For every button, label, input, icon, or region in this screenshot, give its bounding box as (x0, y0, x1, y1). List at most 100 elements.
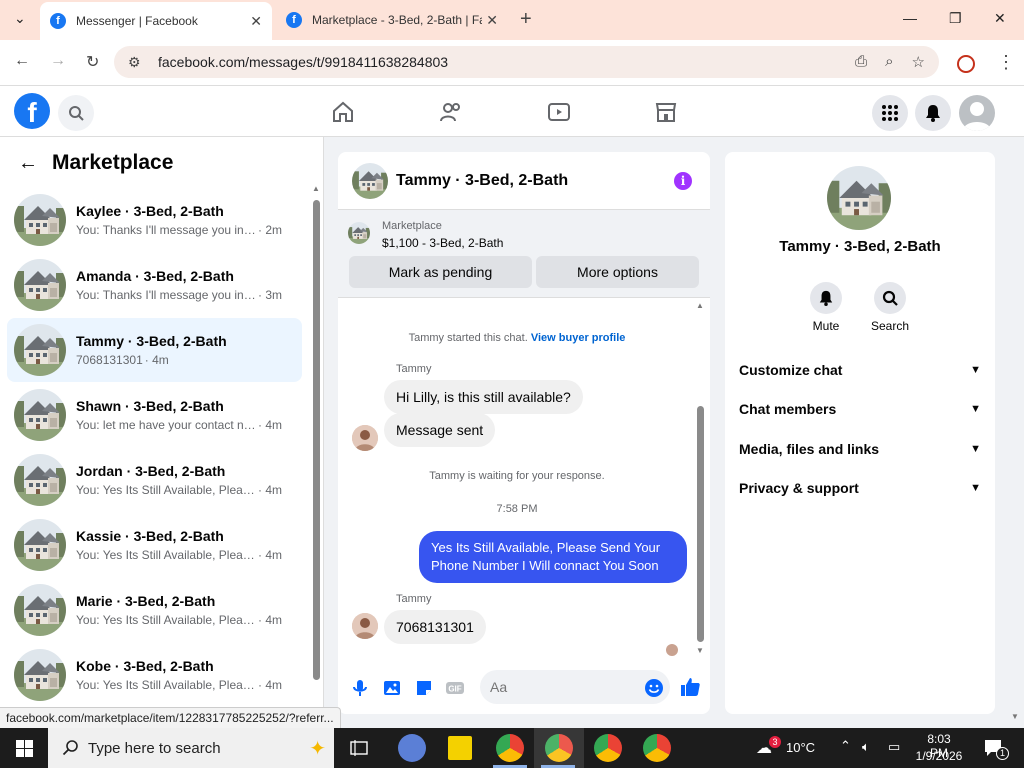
sticky-notes-icon[interactable] (448, 736, 472, 760)
sender-avatar[interactable] (352, 425, 378, 451)
close-tab-icon[interactable]: ✕ (486, 12, 498, 29)
photo-icon[interactable] (382, 678, 402, 698)
home-icon[interactable] (331, 100, 355, 124)
house-thumbnail (14, 259, 66, 311)
clock-date[interactable]: 1/9/2026 (915, 749, 963, 763)
paint-app-icon[interactable] (398, 734, 426, 762)
conversation-item[interactable]: Amanda · 3-Bed, 2-Bath You: Thanks I'll m… (7, 253, 302, 317)
chat-members-section[interactable]: Chat members ▼ (739, 391, 981, 427)
house-thumbnail[interactable] (348, 222, 370, 244)
browser-menu-icon[interactable]: ⋮ (997, 52, 1015, 73)
media-files-links-section[interactable]: Media, files and links ▼ (739, 431, 981, 467)
conversation-item[interactable]: Marie · 3-Bed, 2-Bath You: Yes Its Still … (7, 578, 302, 642)
sticker-icon[interactable] (414, 678, 434, 698)
listing-price[interactable]: $1,100 - 3-Bed, 2-Bath (382, 236, 503, 250)
customize-chat-section[interactable]: Customize chat ▼ (739, 352, 981, 388)
conversation-item[interactable]: Kassie · 3-Bed, 2-Bath You: Yes Its Still… (7, 513, 302, 577)
chrome-icon[interactable] (594, 734, 622, 762)
microphone-icon[interactable] (350, 678, 370, 698)
incoming-message[interactable]: 7068131301 (384, 610, 486, 644)
conversation-item[interactable]: Kobe · 3-Bed, 2-Bath You: Yes Its Still A… (7, 643, 302, 707)
gif-icon[interactable]: GIF (445, 678, 465, 698)
browser-profile-icon[interactable] (957, 55, 975, 73)
emoji-icon[interactable] (644, 678, 664, 698)
marketplace-icon[interactable] (654, 100, 678, 124)
privacy-support-section[interactable]: Privacy & support ▼ (739, 470, 981, 506)
new-tab-icon[interactable]: + (520, 8, 532, 31)
friends-icon[interactable] (439, 100, 463, 124)
chat-title[interactable]: Tammy · 3-Bed, 2-Bath (396, 172, 568, 190)
conversation-item[interactable]: Tammy · 3-Bed, 2-Bath 7068131301 · 4m (7, 318, 302, 382)
zoom-icon[interactable]: ⌕ (885, 53, 893, 71)
back-icon[interactable]: ← (14, 52, 30, 70)
conversation-text: Tammy · 3-Bed, 2-Bath 7068131301 · 4m (76, 333, 288, 367)
restore-icon[interactable]: ❐ (949, 10, 962, 27)
weather-icon[interactable]: ☁ (756, 738, 772, 758)
mark-as-pending-button[interactable]: Mark as pending (349, 256, 532, 288)
taskbar-search-box[interactable]: Type here to search ✦ (48, 728, 334, 768)
page-scroll-down-icon[interactable]: ▼ (1011, 712, 1019, 721)
info-icon[interactable]: i (674, 172, 692, 190)
conversation-preview: You: Thanks I'll message you in a ... (76, 288, 256, 302)
back-arrow-icon[interactable]: ← (18, 152, 38, 175)
bell-icon (819, 290, 833, 306)
marketplace-header: ← Marketplace (18, 151, 173, 175)
chat-started-text: Tammy started this chat. (408, 332, 528, 344)
outgoing-message[interactable]: Yes Its Still Available, Please Send You… (419, 531, 687, 583)
tray-chevron-icon[interactable]: ⌃ (840, 738, 851, 754)
facebook-search-icon[interactable] (58, 95, 94, 131)
conversation-scrollbar[interactable] (313, 200, 320, 680)
conversation-meta: You: Yes Its Still Available, Please S..… (76, 613, 288, 627)
chrome-icon[interactable] (643, 734, 671, 762)
incoming-message[interactable]: Message sent (384, 413, 496, 447)
weather-temp[interactable]: 10°C (786, 740, 815, 755)
bookmark-star-icon[interactable]: ☆ (912, 53, 925, 71)
user-avatar[interactable] (959, 95, 995, 131)
volume-icon[interactable]: 🔈︎ (862, 739, 870, 755)
chat-info-name: Tammy · 3-Bed, 2-Bath (779, 238, 941, 255)
conversation-item[interactable]: Jordan · 3-Bed, 2-Bath You: Yes Its Still… (7, 448, 302, 512)
search-highlight-icon: ✦ (309, 738, 326, 760)
forward-icon[interactable]: → (50, 52, 66, 70)
tab-messenger[interactable]: f Messenger | Facebook ✕ (40, 2, 272, 40)
windows-start-icon[interactable] (16, 740, 33, 757)
sender-name: Tammy (396, 593, 432, 605)
install-app-icon[interactable]: ⎙ (855, 53, 867, 71)
conversation-preview: You: Yes Its Still Available, Please S..… (76, 678, 256, 692)
minimize-icon[interactable]: — (903, 10, 917, 26)
video-icon[interactable] (547, 100, 571, 124)
mute-button[interactable]: Mute (796, 282, 856, 333)
message-input[interactable] (480, 670, 670, 704)
notifications-bell-icon[interactable] (915, 95, 951, 131)
house-thumbnail[interactable] (352, 162, 388, 199)
scroll-up-arrow-icon[interactable]: ▲ (696, 301, 704, 310)
facebook-logo-icon[interactable]: f (14, 93, 50, 129)
tab-marketplace[interactable]: f Marketplace - 3-Bed, 2-Bath | Fa ✕ (276, 0, 508, 40)
incoming-message[interactable]: Hi Lilly, is this still available? (384, 380, 583, 414)
network-icon[interactable]: ▭ (888, 739, 900, 755)
conversation-item[interactable]: Shawn · 3-Bed, 2-Bath You: let me have yo… (7, 383, 302, 447)
url-bar[interactable]: ⚙ facebook.com/messages/t/99184116382848… (114, 46, 939, 78)
tab-title: Marketplace - 3-Bed, 2-Bath | Fa (312, 13, 482, 27)
close-tab-icon[interactable]: ✕ (250, 13, 262, 30)
site-info-icon[interactable]: ⚙ (128, 54, 142, 71)
conversation-time: · 4m (258, 678, 282, 692)
conversation-preview: You: Yes Its Still Available, Please S..… (76, 483, 256, 497)
view-buyer-profile-link[interactable]: View buyer profile (531, 332, 626, 344)
search-in-chat-button[interactable]: Search (860, 282, 920, 333)
chrome-icon[interactable] (496, 734, 524, 762)
conversation-item[interactable]: Kaylee · 3-Bed, 2-Bath You: Thanks I'll m… (7, 188, 302, 252)
more-options-button[interactable]: More options (536, 256, 699, 288)
chat-scrollbar[interactable] (697, 406, 704, 642)
svg-text:GIF: GIF (448, 685, 461, 694)
close-window-icon[interactable]: ✕ (994, 10, 1006, 27)
tab-search-icon[interactable]: ⌄ (14, 10, 26, 27)
thumbs-up-icon[interactable] (679, 676, 701, 698)
scroll-down-arrow-icon[interactable]: ▼ (696, 646, 704, 655)
task-view-icon[interactable] (350, 739, 368, 757)
house-profile-picture[interactable] (827, 166, 891, 230)
reload-icon[interactable]: ↻ (86, 52, 99, 72)
scroll-up-arrow-icon[interactable]: ▲ (312, 184, 320, 193)
sender-avatar[interactable] (352, 613, 378, 639)
menu-grid-icon[interactable] (872, 95, 908, 131)
